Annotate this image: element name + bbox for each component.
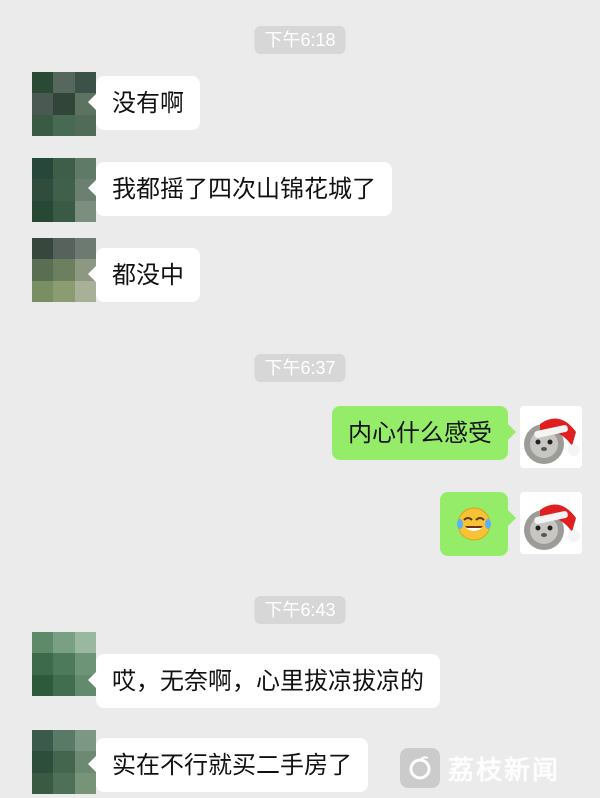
message-bubble[interactable] <box>440 492 516 556</box>
avatar[interactable] <box>32 158 96 222</box>
timestamp: 下午6:43 <box>254 596 346 624</box>
avatar[interactable] <box>32 730 96 794</box>
timestamp: 下午6:37 <box>254 354 346 382</box>
avatar[interactable] <box>520 406 582 468</box>
watermark-text: 荔枝新闻 <box>448 755 561 786</box>
timestamp: 下午6:18 <box>254 26 346 54</box>
avatar[interactable] <box>520 492 582 554</box>
avatar[interactable] <box>32 72 96 136</box>
lychee-logo-icon <box>400 748 440 788</box>
santa-cat-avatar-icon <box>520 492 582 554</box>
message-bubble[interactable]: 我都摇了四次山锦花城了 <box>88 162 392 216</box>
message-bubble[interactable]: 实在不行就买二手房了 <box>88 738 368 792</box>
message-bubble[interactable]: 没有啊 <box>88 76 200 130</box>
message-bubble[interactable]: 哎，无奈啊，心里拔凉拔凉的 <box>88 654 440 708</box>
watermark: 荔枝新闻 <box>400 748 560 788</box>
avatar[interactable] <box>32 238 96 302</box>
crying-laughing-emoji-icon <box>457 507 491 541</box>
santa-cat-avatar-icon <box>520 406 582 468</box>
message-bubble[interactable]: 内心什么感受 <box>332 406 516 460</box>
avatar[interactable] <box>32 632 96 696</box>
message-bubble[interactable]: 都没中 <box>88 248 200 302</box>
